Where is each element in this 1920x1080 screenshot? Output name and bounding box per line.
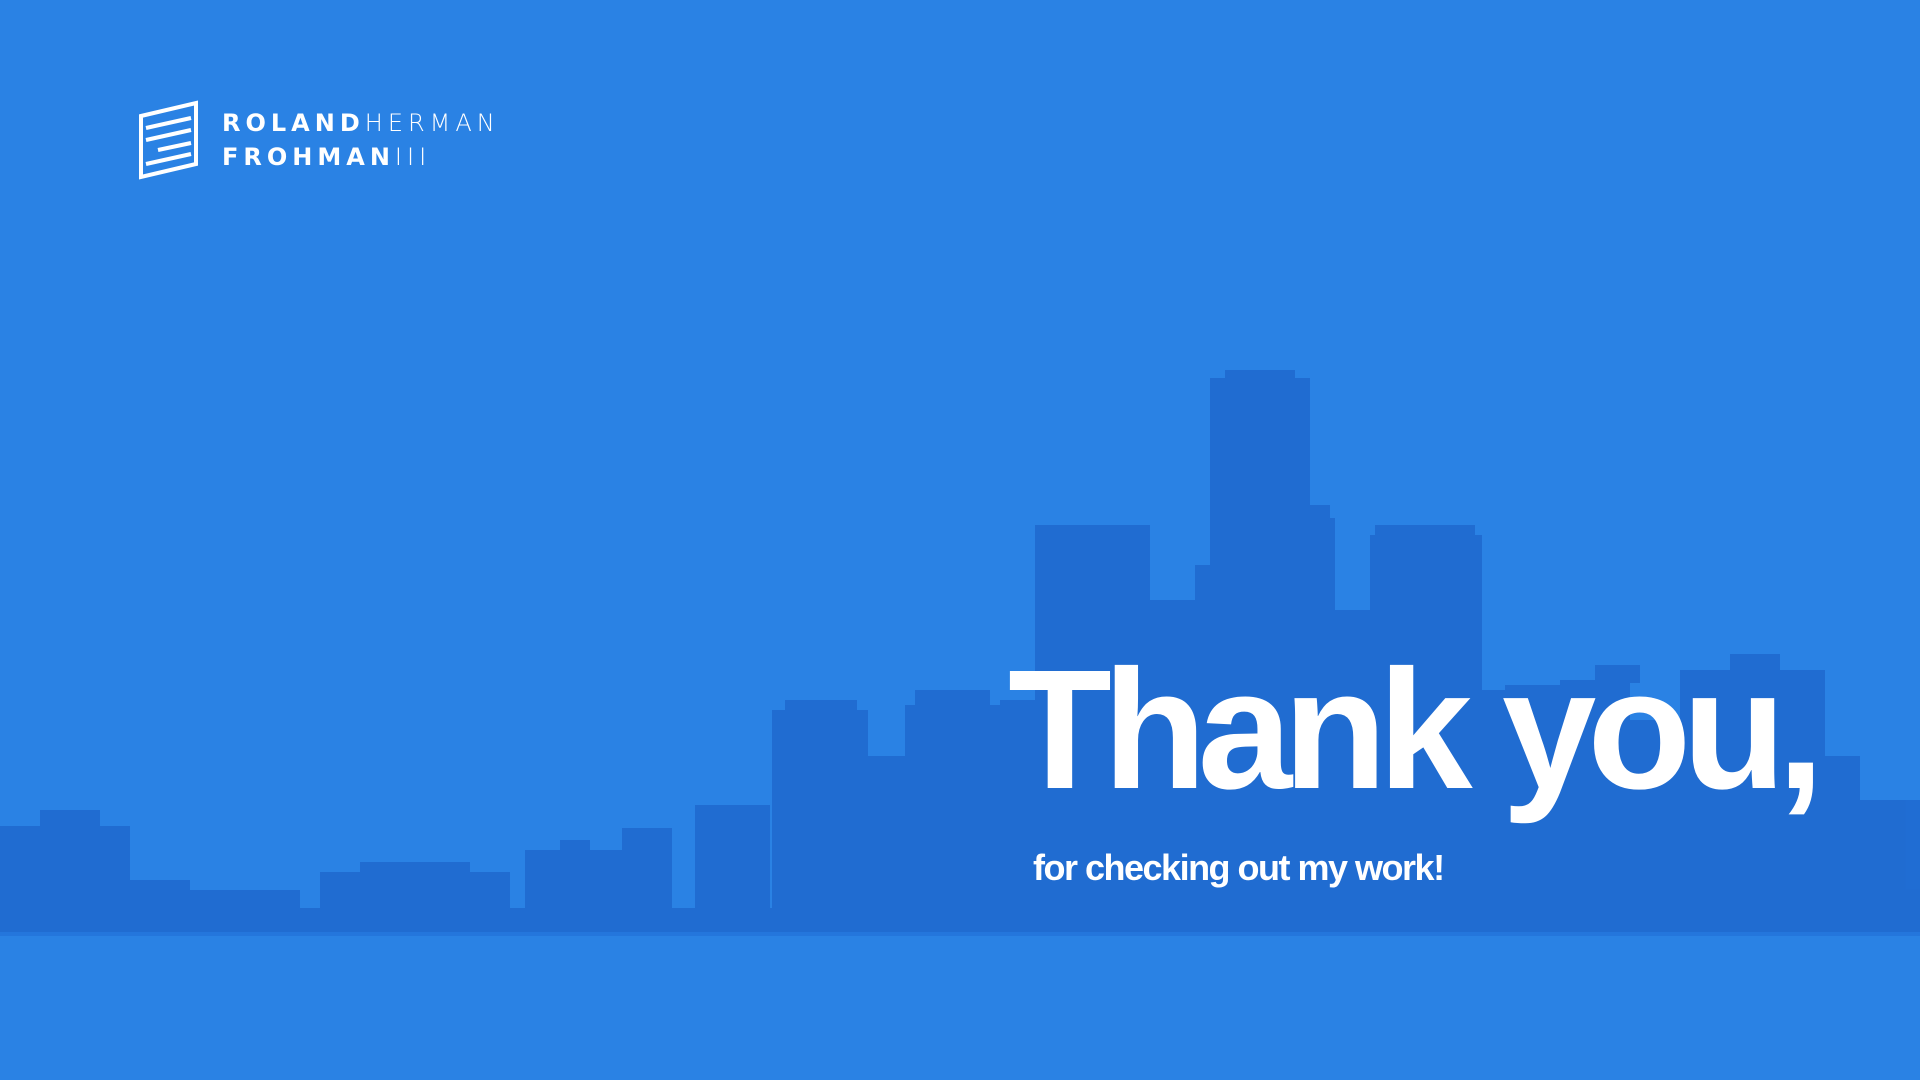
logo-line-1: ROLANDHERMAN xyxy=(222,106,500,140)
logo-last-name: FROHMAN xyxy=(222,143,395,171)
brand-logo[interactable]: ROLANDHERMAN FROHMANIII xyxy=(138,100,500,180)
thank-you-heading: Thank you, xyxy=(1008,635,1824,825)
logo-first-name: ROLAND xyxy=(222,109,365,137)
logo-wordmark: ROLANDHERMAN FROHMANIII xyxy=(222,106,500,174)
logo-mark-icon xyxy=(139,100,198,180)
thank-you-subheading: for checking out my work! xyxy=(1033,847,1445,888)
logo-line-2: FROHMANIII xyxy=(222,140,500,174)
slide: ROLANDHERMAN FROHMANIII Thank you, for c… xyxy=(0,0,1920,1080)
logo-middle-name: HERMAN xyxy=(364,109,500,137)
logo-suffix: III xyxy=(394,143,432,171)
